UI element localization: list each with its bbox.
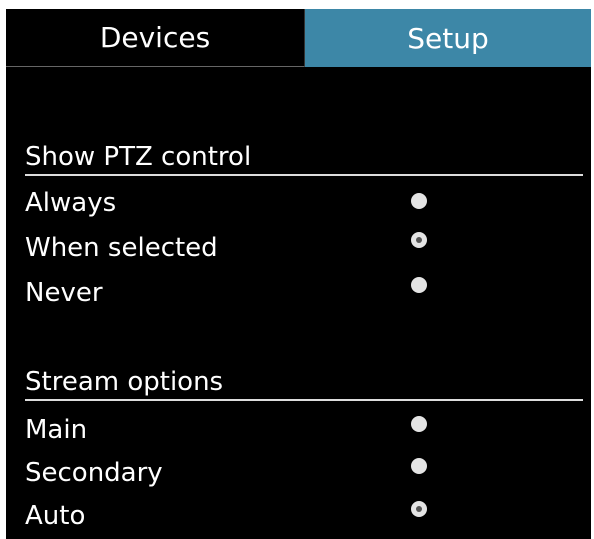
ptz-option-always-label: Always <box>25 188 117 218</box>
ptz-option-never-radio[interactable] <box>411 277 427 293</box>
setup-panel: Devices Setup Show PTZ control Always Wh… <box>6 9 591 539</box>
stream-option-auto-label: Auto <box>25 501 86 531</box>
ptz-option-when-selected-radio[interactable] <box>411 232 427 248</box>
ptz-option-always-radio[interactable] <box>411 193 427 209</box>
stream-option-auto-radio[interactable] <box>411 501 427 517</box>
stream-option-main-radio[interactable] <box>411 416 427 432</box>
tab-devices[interactable]: Devices <box>6 9 305 67</box>
tab-devices-label: Devices <box>99 21 211 54</box>
stream-option-main-label: Main <box>25 415 88 445</box>
tab-setup-label: Setup <box>407 21 489 55</box>
stream-option-secondary-radio[interactable] <box>411 458 427 474</box>
tab-bar: Devices Setup <box>6 9 591 67</box>
stream-option-secondary-label: Secondary <box>25 458 163 488</box>
ptz-option-when-selected-label: When selected <box>25 233 218 263</box>
ptz-section-title: Show PTZ control <box>25 140 583 176</box>
ptz-option-never-label: Never <box>25 278 103 308</box>
stream-section-title: Stream options <box>25 365 583 401</box>
tab-setup[interactable]: Setup <box>305 9 591 67</box>
